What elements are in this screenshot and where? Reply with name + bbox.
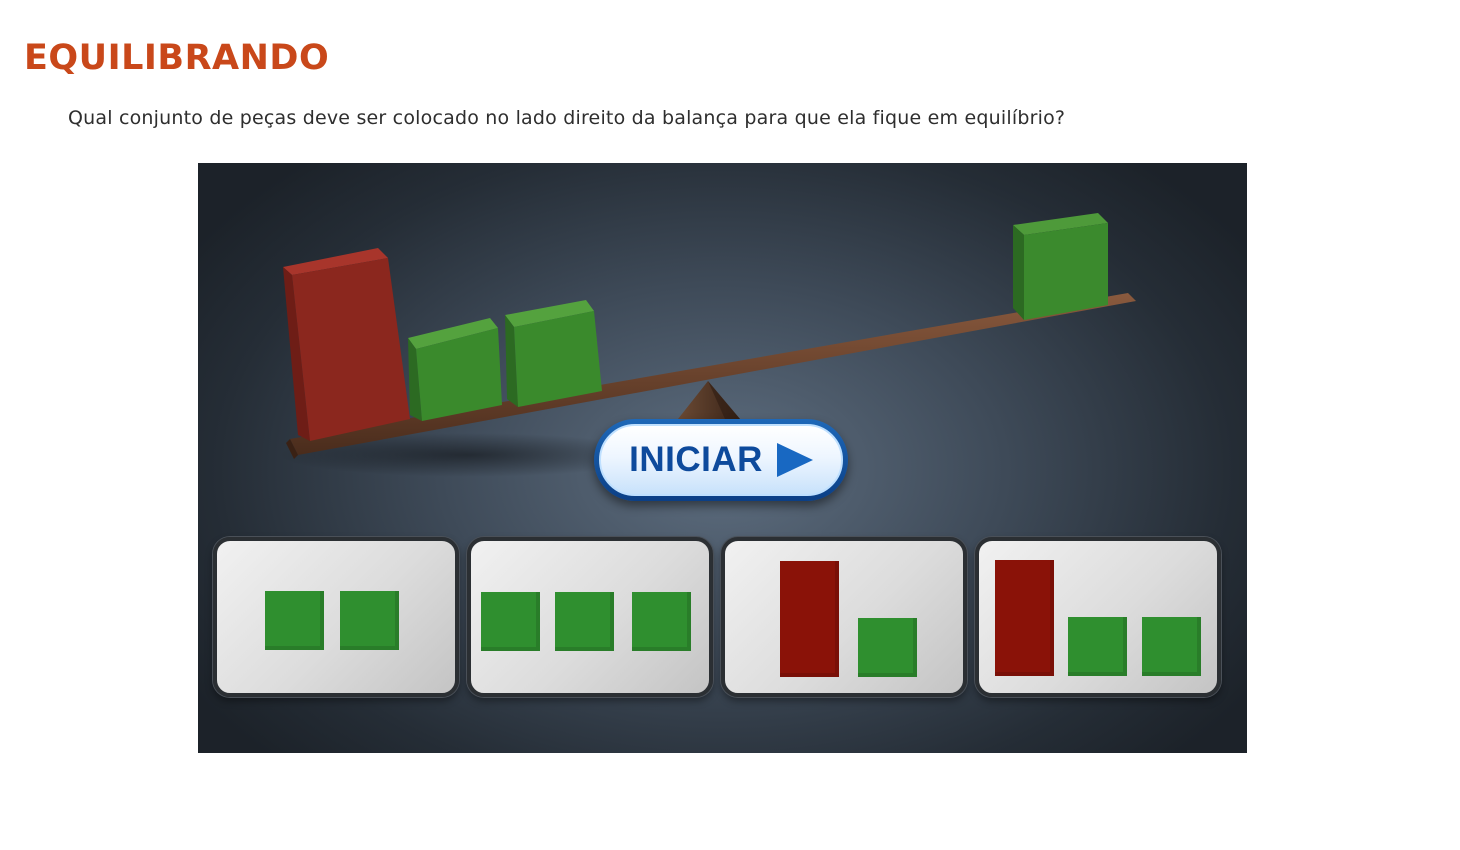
game-frame[interactable]: INICIAR	[198, 163, 1247, 753]
red-piece	[780, 561, 839, 677]
start-button-face[interactable]: INICIAR	[599, 424, 843, 496]
fulcrum	[678, 381, 740, 419]
start-button-label: INICIAR	[629, 440, 763, 479]
green-piece	[265, 591, 324, 650]
left-pan-green-cube-1	[408, 318, 502, 421]
answer-option-3[interactable]	[721, 537, 967, 697]
right-pan-green-cube	[1013, 213, 1108, 320]
answer-option-2[interactable]	[467, 537, 713, 697]
green-piece	[555, 592, 614, 651]
play-icon	[776, 443, 813, 477]
left-pan-green-cube-2	[505, 300, 602, 407]
left-pan-red-block	[283, 248, 410, 441]
start-button[interactable]: INICIAR	[594, 419, 848, 501]
page-title: EQUILIBRANDO	[24, 38, 330, 78]
green-piece	[481, 592, 540, 651]
page: EQUILIBRANDO Qual conjunto de peças deve…	[0, 0, 1460, 850]
green-piece	[858, 618, 917, 677]
answer-option-4[interactable]	[975, 537, 1221, 697]
red-piece	[995, 560, 1054, 676]
question-text: Qual conjunto de peças deve ser colocado…	[68, 107, 1066, 129]
green-piece	[340, 591, 399, 650]
answer-option-1[interactable]	[213, 537, 459, 697]
green-piece	[632, 592, 691, 651]
green-piece	[1142, 617, 1201, 676]
green-piece	[1068, 617, 1127, 676]
